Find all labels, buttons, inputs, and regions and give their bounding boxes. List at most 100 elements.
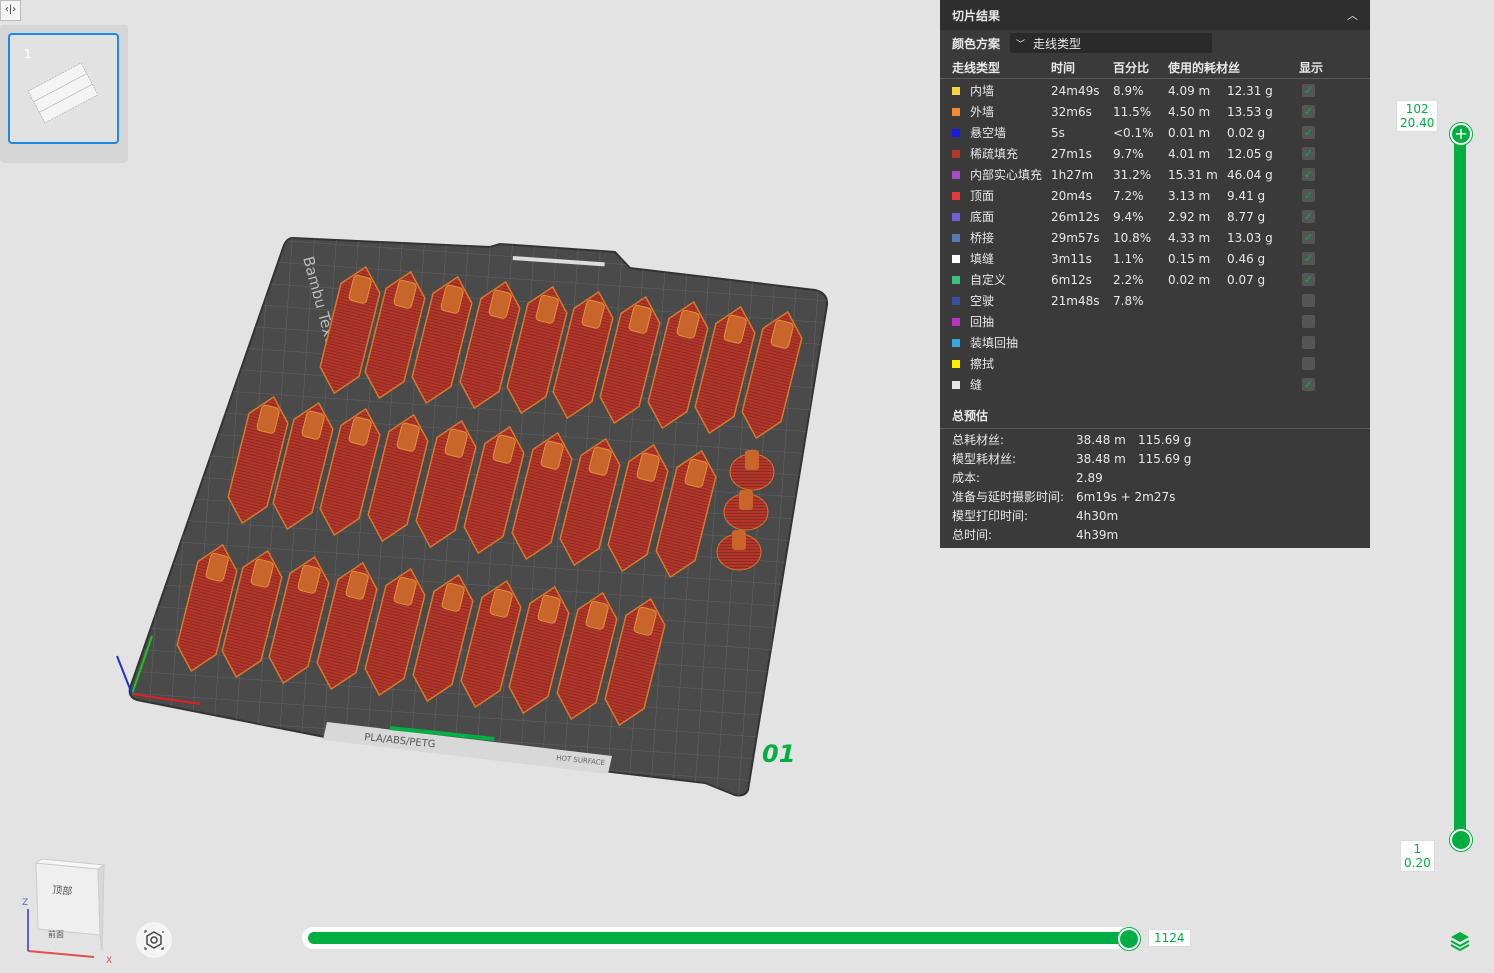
layer-slider-top-handle[interactable]: +: [1450, 123, 1472, 145]
show-checkbox[interactable]: ✓: [1302, 84, 1315, 97]
legend-length: 4.33 m: [1168, 230, 1211, 245]
legend-length: 4.09 m: [1168, 83, 1211, 98]
legend-row: 缝 ✓: [940, 374, 1370, 395]
legend-row: 装填回抽: [940, 332, 1370, 353]
show-checkbox[interactable]: [1302, 357, 1315, 370]
model-round-piece-top: [745, 450, 759, 470]
legend-swatch: [952, 338, 960, 347]
color-scheme-select[interactable]: ﹀ 走线类型: [1010, 33, 1213, 53]
legend-weight: 12.31 g: [1227, 83, 1273, 98]
layer-bottom-height: 0.20: [1404, 856, 1431, 870]
legend-percent: 9.7%: [1113, 146, 1144, 161]
legend-header: 走线类型 时间 百分比 使用的耗材丝 显示: [940, 56, 1370, 79]
layer-slider-bottom-handle[interactable]: [1450, 829, 1472, 851]
show-checkbox[interactable]: ✓: [1302, 252, 1315, 265]
sidebar-toggle-button[interactable]: ‹|›: [0, 0, 21, 21]
legend-type: 缝: [952, 376, 1051, 393]
col-header-percent: 百分比: [1113, 60, 1150, 75]
estimate-value-1: 38.48 m: [1076, 451, 1126, 466]
show-checkbox[interactable]: [1302, 336, 1315, 349]
legend-type-label: 空驶: [970, 294, 995, 308]
show-checkbox[interactable]: [1302, 294, 1315, 307]
legend-type-label: 内墙: [970, 84, 995, 98]
legend-type-label: 悬空墙: [970, 126, 1007, 140]
legend-type-label: 缝: [970, 378, 983, 392]
estimate-row: 总时间: 4h39m: [940, 525, 1370, 544]
camera-view-button[interactable]: [136, 922, 172, 958]
legend-type-label: 内部实心填充: [970, 168, 1043, 182]
col-header-type: 走线类型: [952, 60, 1001, 75]
legend-percent: 9.4%: [1113, 209, 1144, 224]
layers-icon: [1450, 932, 1470, 952]
legend-swatch: [952, 212, 960, 221]
legend-time: 6m12s: [1051, 272, 1092, 287]
col-header-show: 显示: [1299, 60, 1324, 75]
legend-swatch: [952, 149, 960, 158]
show-checkbox[interactable]: ✓: [1302, 189, 1315, 202]
estimate-value-1: 6m19s + 2m27s: [1076, 489, 1176, 504]
plate-number-label[interactable]: 01: [762, 740, 795, 768]
layer-top-label: 102 20.40: [1396, 100, 1439, 132]
estimate-value-1: 2.89: [1076, 470, 1103, 485]
legend-type: 回抽: [952, 313, 1051, 330]
estimate-rows: 总耗材丝: 38.48 m 115.69 g 模型耗材丝: 38.48 m 115.69 …: [940, 429, 1370, 544]
legend-row: 稀疏填充 27m1s 9.7% 4.01 m 12.05 g ✓: [940, 143, 1370, 164]
legend-type-label: 回抽: [970, 315, 995, 329]
show-checkbox[interactable]: [1302, 315, 1315, 328]
show-checkbox[interactable]: ✓: [1302, 126, 1315, 139]
show-checkbox[interactable]: ✓: [1302, 168, 1315, 181]
layer-slider-track[interactable]: [1454, 133, 1466, 839]
legend-length: 0.15 m: [1168, 251, 1211, 266]
estimate-label: 总耗材丝:: [952, 433, 1005, 447]
move-slider-handle[interactable]: [1118, 928, 1140, 950]
legend-weight: 13.53 g: [1227, 104, 1273, 119]
estimate-value-1: 4h39m: [1076, 527, 1119, 542]
legend-type: 空驶: [952, 292, 1051, 309]
legend-row: 填缝 3m11s 1.1% 0.15 m 0.46 g ✓: [940, 248, 1370, 269]
plate-thumbnail[interactable]: 1: [8, 33, 119, 144]
chevron-down-icon: ﹀: [1016, 39, 1026, 50]
legend-swatch: [952, 296, 960, 305]
legend-type: 擦拭: [952, 355, 1051, 372]
collapse-icon[interactable]: ︿: [1347, 7, 1358, 23]
show-checkbox[interactable]: ✓: [1302, 231, 1315, 244]
legend-swatch: [952, 233, 960, 242]
estimate-label: 总时间:: [952, 528, 993, 542]
show-checkbox[interactable]: ✓: [1302, 378, 1315, 391]
legend-swatch: [952, 380, 960, 389]
show-checkbox[interactable]: ✓: [1302, 273, 1315, 286]
legend-swatch: [952, 317, 960, 326]
show-checkbox[interactable]: ✓: [1302, 210, 1315, 223]
legend-time: 27m1s: [1051, 146, 1092, 161]
estimate-value-2: 115.69 g: [1138, 451, 1192, 466]
legend-row: 空驶 21m48s 7.8%: [940, 290, 1370, 311]
view-cube[interactable]: 顶部 前面 X Z: [18, 855, 118, 966]
legend-row: 外墙 32m6s 11.5% 4.50 m 13.53 g ✓: [940, 101, 1370, 122]
legend-time: 26m12s: [1051, 209, 1100, 224]
legend-percent: 1.1%: [1113, 251, 1144, 266]
move-slider-value: 1124: [1148, 929, 1191, 947]
legend-row: 悬空墙 5s <0.1% 0.01 m 0.02 g ✓: [940, 122, 1370, 143]
col-header-filament: 使用的耗材丝: [1168, 60, 1241, 75]
estimate-value-1: 4h30m: [1076, 508, 1119, 523]
legend-length: 4.01 m: [1168, 146, 1211, 161]
legend-type: 外墙: [952, 103, 1051, 120]
color-scheme-label: 颜色方案: [952, 36, 1001, 51]
layers-button[interactable]: [1448, 929, 1472, 953]
legend-swatch: [952, 86, 960, 95]
legend-row: 内墙 24m49s 8.9% 4.09 m 12.31 g ✓: [940, 80, 1370, 101]
legend-weight: 46.04 g: [1227, 167, 1273, 182]
legend-swatch: [952, 107, 960, 116]
legend-time: 20m4s: [1051, 188, 1092, 203]
move-slider-track[interactable]: [308, 932, 1128, 944]
show-checkbox[interactable]: ✓: [1302, 147, 1315, 160]
legend-percent: 11.5%: [1113, 104, 1152, 119]
show-checkbox[interactable]: ✓: [1302, 105, 1315, 118]
panel-header: 切片结果 ︿: [940, 0, 1370, 30]
legend-percent: 7.8%: [1113, 293, 1144, 308]
legend-row: 擦拭: [940, 353, 1370, 374]
legend-type-label: 自定义: [970, 273, 1007, 287]
legend-percent: <0.1%: [1113, 125, 1154, 140]
model-round-piece-top: [739, 490, 753, 510]
legend-swatch: [952, 275, 960, 284]
